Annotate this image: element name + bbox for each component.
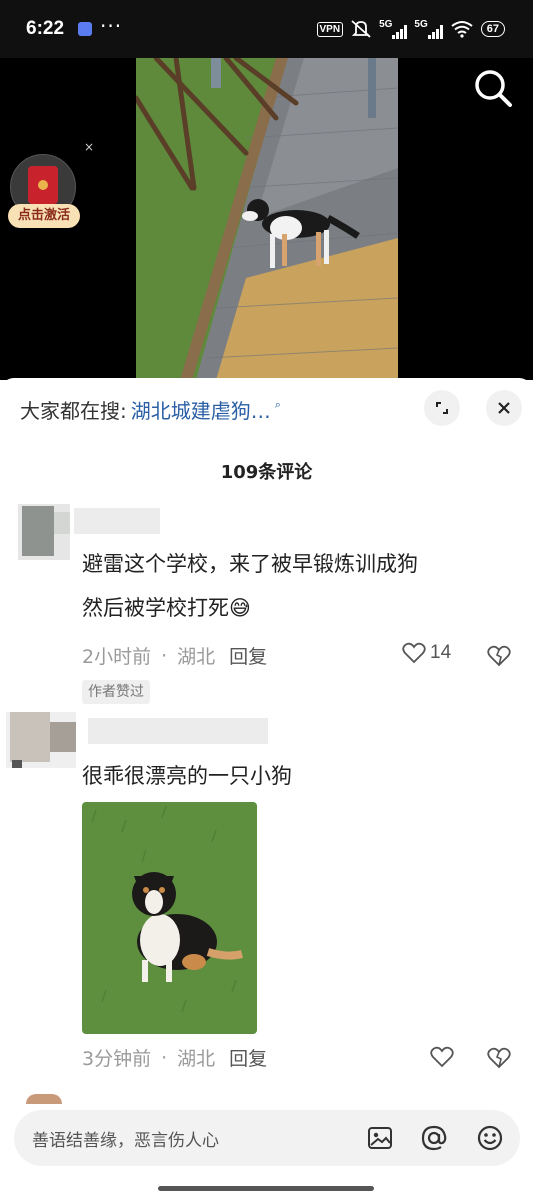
network-type-2: 5G	[414, 19, 428, 30]
comment-2-line-1: 很乖很漂亮的一只小狗	[82, 764, 292, 788]
trending-search-link[interactable]: 大家都在搜: 湖北城建虐狗… ⌕	[20, 392, 281, 426]
close-icon	[498, 402, 510, 414]
search-icon[interactable]	[471, 66, 515, 110]
comment-location: 湖北	[177, 1048, 216, 1070]
expand-button[interactable]	[424, 390, 460, 426]
comment-location: 湖北	[177, 646, 216, 668]
screen: 6:22 ··· VPN 5G 5G 67 点击激活 × 大家都在搜: 湖北城建…	[0, 0, 533, 1200]
promo-activate-button[interactable]: 点击激活	[8, 204, 80, 228]
red-envelope-icon	[28, 166, 58, 204]
battery-indicator: 67	[480, 21, 505, 37]
expand-icon	[436, 402, 448, 414]
heart-icon	[430, 1046, 454, 1068]
like-button[interactable]: 14	[402, 642, 451, 664]
avatar[interactable]	[18, 504, 70, 560]
reply-button[interactable]: 回复	[229, 1044, 267, 1071]
meta-separator: ·	[161, 1046, 168, 1069]
like-count: 14	[430, 642, 452, 663]
signal-2-icon: 5G	[414, 19, 443, 39]
comment-time: 2小时前	[82, 646, 152, 668]
comment-input-bar[interactable]: 善语结善缘，恶言伤人心	[14, 1110, 520, 1166]
like-button[interactable]	[430, 1046, 454, 1068]
home-indicator[interactable]	[158, 1186, 374, 1191]
avatar[interactable]	[6, 712, 76, 768]
close-button[interactable]	[486, 390, 522, 426]
comment-count: 109条评论	[220, 462, 313, 483]
trending-search-prefix: 大家都在搜:	[20, 398, 127, 423]
emoji-icon[interactable]	[476, 1124, 504, 1152]
wifi-icon	[451, 21, 473, 38]
network-type-1: 5G	[379, 19, 393, 30]
username-blurred[interactable]	[74, 508, 160, 534]
more-notifications-icon: ···	[100, 14, 123, 38]
video-frame[interactable]	[136, 58, 398, 380]
status-indicators: VPN 5G 5G 67	[316, 18, 505, 40]
status-bar: 6:22 ··· VPN 5G 5G 67	[0, 0, 533, 58]
heart-icon	[402, 642, 426, 664]
video-player[interactable]: 点击激活 ×	[0, 58, 533, 380]
promo-widget[interactable]: 点击激活 ×	[8, 140, 94, 234]
signal-1-icon: 5G	[379, 19, 408, 39]
comment-photo-dog[interactable]	[82, 802, 257, 1034]
app-notification-icon	[78, 22, 92, 36]
video-still-dog-on-path	[136, 58, 398, 380]
comment-2-meta: 3分钟前 · 湖北 回复	[82, 1044, 267, 1071]
author-liked-badge: 作者赞过	[82, 680, 150, 704]
comment-1-meta: 2小时前 · 湖北 回复	[82, 642, 267, 669]
promo-close-icon[interactable]: ×	[84, 140, 94, 154]
image-icon[interactable]	[366, 1124, 394, 1152]
comment-1-line-2: 然后被学校打死😅	[82, 596, 251, 620]
reply-button[interactable]: 回复	[229, 642, 267, 669]
comment-input-placeholder[interactable]: 善语结善缘，恶言伤人心	[32, 1126, 219, 1151]
username-blurred[interactable]	[88, 718, 268, 744]
broken-heart-icon[interactable]	[486, 642, 512, 668]
small-search-icon: ⌕	[274, 398, 281, 411]
mute-icon	[351, 20, 371, 38]
meta-separator: ·	[161, 644, 168, 667]
vpn-badge: VPN	[316, 21, 344, 37]
comment-1-line-1: 避雷这个学校，来了被早锻炼训成狗	[82, 552, 418, 576]
at-icon[interactable]	[420, 1124, 448, 1152]
comment-sheet: 大家都在搜: 湖北城建虐狗… ⌕ 109条评论 避雷这个学校，来了被早锻炼训成狗…	[0, 378, 533, 1200]
trending-search-term[interactable]: 湖北城建虐狗…	[131, 395, 271, 424]
broken-heart-icon[interactable]	[486, 1044, 512, 1070]
comment-time: 3分钟前	[82, 1048, 152, 1070]
avatar-partial	[26, 1094, 62, 1104]
status-time: 6:22	[26, 18, 65, 39]
